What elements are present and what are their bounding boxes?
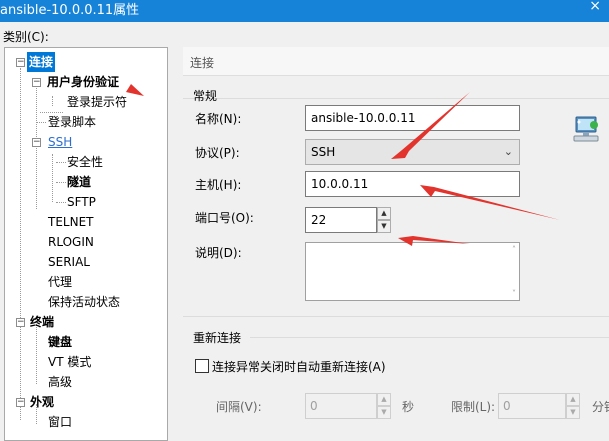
expander-terminal[interactable]: − <box>16 318 25 327</box>
limit-input[interactable]: 0 <box>498 393 566 419</box>
tree-item-tunneling[interactable]: 隧道 <box>67 172 91 192</box>
reconnect-section-title: 重新连接 <box>193 331 242 345</box>
interval-spin-up-icon[interactable]: ▲ <box>377 393 391 406</box>
host-input[interactable]: 10.0.0.11 <box>305 171 520 197</box>
tree-item-keyboard[interactable]: 键盘 <box>48 332 72 352</box>
limit-label: 限制(L): <box>451 400 496 414</box>
interval-label: 间隔(V): <box>216 400 262 414</box>
scroll-up-icon: ˄ <box>512 245 516 254</box>
name-label: 名称(N): <box>195 112 242 126</box>
tree-item-login-prompts[interactable]: 登录提示符 <box>67 92 127 112</box>
tree-item-serial[interactable]: SERIAL <box>48 252 90 272</box>
computer-network-icon <box>573 116 599 142</box>
name-input[interactable]: ansible-10.0.0.11 <box>305 105 520 131</box>
tree-item-user-auth[interactable]: 用户身份验证 <box>47 72 119 92</box>
tree-item-sftp[interactable]: SFTP <box>67 192 96 212</box>
interval-unit: 秒 <box>402 400 415 414</box>
pane-header: 连接 <box>183 47 609 76</box>
tree-item-keep-alive[interactable]: 保持活动状态 <box>48 292 120 312</box>
expander-user-auth[interactable]: − <box>32 78 41 87</box>
category-label: 类别(C): <box>3 30 49 44</box>
tree-item-connection[interactable]: 连接 <box>27 52 56 72</box>
protocol-select[interactable]: SSH ⌄ <box>305 139 520 165</box>
interval-input[interactable]: 0 <box>305 393 377 419</box>
tree-item-terminal[interactable]: 终端 <box>30 312 54 332</box>
tree-item-rlogin[interactable]: RLOGIN <box>48 232 94 252</box>
port-input[interactable]: 22 <box>305 207 377 233</box>
spin-up-icon[interactable]: ▲ <box>377 207 391 220</box>
expander-connection[interactable]: − <box>16 58 25 67</box>
tree-item-appearance[interactable]: 外观 <box>30 392 54 412</box>
limit-unit: 分钟 <box>592 400 609 414</box>
pane-header-title: 连接 <box>190 56 215 70</box>
dropdown-arrow-icon: ⌄ <box>503 145 513 158</box>
window-titlebar: ansible-10.0.0.11属性 × <box>0 0 609 22</box>
tree-item-ssh[interactable]: SSH <box>48 132 72 152</box>
tree-item-proxy[interactable]: 代理 <box>48 272 72 292</box>
tree-item-window[interactable]: 窗口 <box>48 412 72 432</box>
tree-item-login-scripts[interactable]: 登录脚本 <box>48 112 96 132</box>
auto-reconnect-label: 连接异常关闭时自动重新连接(A) <box>212 360 386 374</box>
tree-item-advanced[interactable]: 高级 <box>48 372 72 392</box>
limit-spin-up-icon[interactable]: ▲ <box>566 393 580 406</box>
interval-spin-down-icon[interactable]: ▼ <box>377 406 391 419</box>
description-label: 说明(D): <box>195 246 242 260</box>
description-input[interactable]: ˄ ˅ <box>305 242 520 301</box>
protocol-value: SSH <box>311 145 336 159</box>
tree-item-vt-mode[interactable]: VT 模式 <box>48 352 91 372</box>
general-section-title: 常规 <box>193 89 218 103</box>
tree-item-security[interactable]: 安全性 <box>67 152 103 172</box>
expander-ssh[interactable]: − <box>32 138 41 147</box>
category-tree[interactable]: − 连接 − 用户身份验证 登录提示符 登录脚本 − SSH 安全性 隧道 SF… <box>4 47 168 441</box>
auto-reconnect-checkbox[interactable] <box>195 359 209 373</box>
tree-item-telnet[interactable]: TELNET <box>48 212 94 232</box>
limit-spin-down-icon[interactable]: ▼ <box>566 406 580 419</box>
spin-down-icon[interactable]: ▼ <box>377 220 391 233</box>
close-icon[interactable]: × <box>589 0 601 14</box>
protocol-label: 协议(P): <box>195 146 240 160</box>
port-label: 端口号(O): <box>195 211 254 225</box>
host-label: 主机(H): <box>195 178 242 192</box>
window-title: ansible-10.0.0.11属性 <box>0 3 140 18</box>
scroll-down-icon: ˅ <box>512 289 516 298</box>
expander-appearance[interactable]: − <box>16 398 25 407</box>
